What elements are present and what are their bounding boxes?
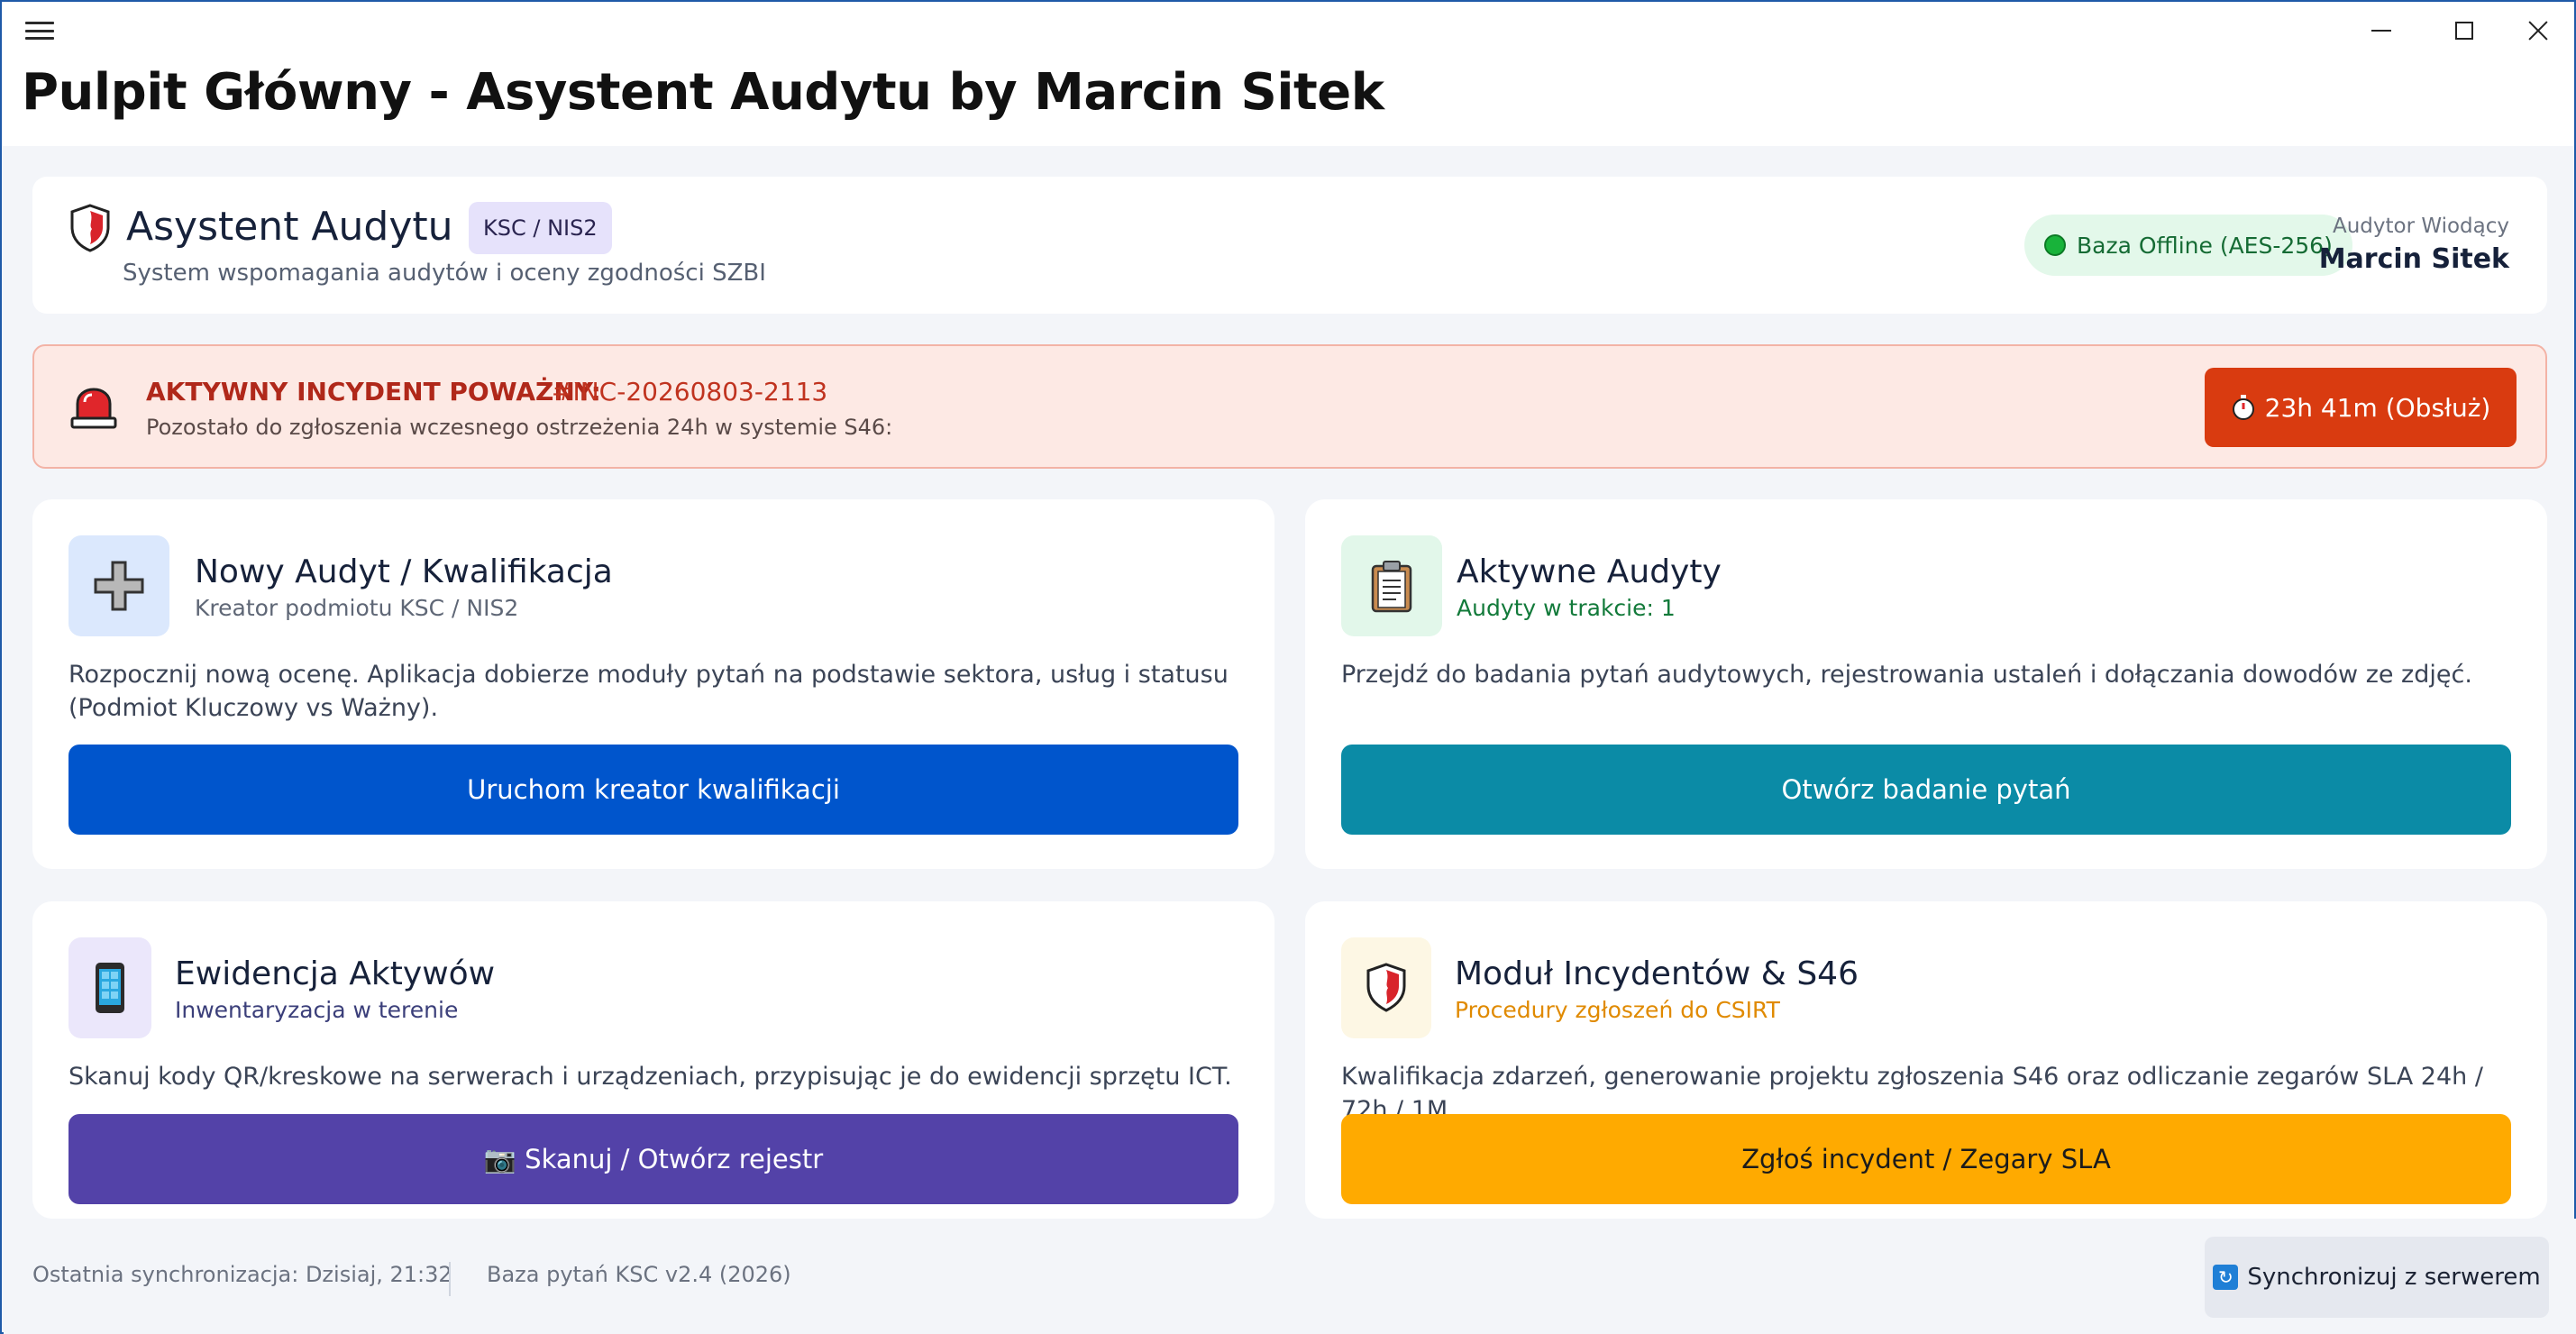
card-title: Nowy Audyt / Kwalifikacja: [195, 553, 613, 590]
app-subtitle: System wspomagania audytów i oceny zgodn…: [123, 260, 766, 287]
app-header-card: Asystent Audytu KSC / NIS2 System wspoma…: [32, 177, 2547, 314]
norm-badge: KSC / NIS2: [469, 202, 612, 254]
card-subtitle: Procedury zgłoszeń do CSIRT: [1455, 997, 1780, 1023]
incident-subtitle: Pozostało do zgłoszenia wczesnego ostrze…: [146, 415, 893, 440]
card-asset-registry: Ewidencja Aktywów Inwentaryzacja w teren…: [32, 901, 1274, 1219]
card-icon-box: [1341, 937, 1431, 1038]
stopwatch-icon: [2232, 395, 2254, 420]
minimize-button[interactable]: [2345, 9, 2417, 52]
page-title: Pulpit Główny - Asystent Audytu by Marci…: [22, 63, 1384, 122]
sync-icon: ↻: [2213, 1265, 2239, 1290]
card-title: Moduł Incydentów & S46: [1455, 955, 1859, 992]
sync-with-server-button[interactable]: ↻ Synchronizuj z serwerem: [2205, 1237, 2549, 1318]
card-title: Ewidencja Aktywów: [175, 955, 496, 992]
app-name: Asystent Audytu: [126, 204, 453, 250]
scan-open-registry-button[interactable]: 📷 Skanuj / Otwórz rejestr: [69, 1114, 1238, 1204]
card-subtitle: Kreator podmiotu KSC / NIS2: [195, 595, 519, 621]
open-questions-button[interactable]: Otwórz badanie pytań: [1341, 745, 2511, 835]
incident-id: #INC-20260803-2113: [552, 377, 828, 407]
card-description: Przejdź do badania pytań audytowych, rej…: [1341, 661, 2472, 689]
shield-icon: [1366, 963, 1406, 1012]
minimize-icon: [2371, 30, 2391, 32]
close-button[interactable]: [2502, 9, 2574, 52]
auditor-label: Audytor Wiodący: [2332, 215, 2509, 238]
app-window: Pulpit Główny - Asystent Audytu by Marci…: [0, 0, 2576, 1334]
incident-button-label: 23h 41m (Obsłuż): [2264, 392, 2491, 423]
clipboard-icon: [1371, 561, 1412, 613]
database-status-badge: Baza Offline (AES-256): [2024, 215, 2352, 276]
start-qualification-wizard-button[interactable]: Uruchom kreator kwalifikacji: [69, 745, 1238, 835]
card-incident-module: Moduł Incydentów & S46 Procedury zgłosze…: [1305, 901, 2547, 1219]
card-subtitle: Inwentaryzacja w terenie: [175, 997, 459, 1023]
shield-icon: [70, 204, 110, 252]
title-bar: Pulpit Główny - Asystent Audytu by Marci…: [2, 2, 2574, 146]
card-icon-box: [69, 937, 151, 1038]
incident-handle-button[interactable]: 23h 41m (Obsłuż): [2205, 368, 2517, 447]
card-subtitle: Audyty w trakcie: 1: [1457, 595, 1676, 621]
card-active-audits: Aktywne Audyty Audyty w trakcie: 1 Przej…: [1305, 499, 2547, 869]
incident-title: AKTYWNY INCYDENT POWAŻNY:: [146, 377, 601, 407]
close-icon: [2527, 20, 2549, 41]
incident-alert-banner: AKTYWNY INCYDENT POWAŻNY: #INC-20260803-…: [32, 344, 2547, 469]
status-dot-icon: [2044, 234, 2066, 256]
mobile-phone-icon: [96, 963, 124, 1013]
maximize-icon: [2455, 22, 2473, 40]
card-description: Skanuj kody QR/kreskowe na serwerach i u…: [69, 1063, 1232, 1091]
hamburger-menu-icon[interactable]: [25, 18, 54, 43]
siren-icon: [70, 388, 117, 429]
sync-button-label: Synchronizuj z serwerem: [2247, 1264, 2541, 1291]
card-icon-box: [1341, 535, 1442, 636]
database-status-label: Baza Offline (AES-256): [2077, 232, 2333, 259]
footer-divider: [449, 1262, 451, 1296]
plus-icon: [94, 561, 144, 611]
card-new-audit: Nowy Audyt / Kwalifikacja Kreator podmio…: [32, 499, 1274, 869]
question-db-version: Baza pytań KSC v2.4 (2026): [487, 1262, 791, 1287]
maximize-button[interactable]: [2428, 9, 2500, 52]
status-footer: Ostatnia synchronizacja: Dzisiaj, 21:32 …: [4, 1219, 2576, 1334]
auditor-name: Marcin Sitek: [2318, 243, 2509, 275]
card-description: Rozpocznij nową ocenę. Aplikacja dobierz…: [69, 661, 1229, 722]
report-incident-button[interactable]: Zgłoś incydent / Zegary SLA: [1341, 1114, 2511, 1204]
last-sync-text: Ostatnia synchronizacja: Dzisiaj, 21:32: [32, 1262, 452, 1287]
card-title: Aktywne Audyty: [1457, 553, 1722, 590]
card-icon-box: [69, 535, 169, 636]
